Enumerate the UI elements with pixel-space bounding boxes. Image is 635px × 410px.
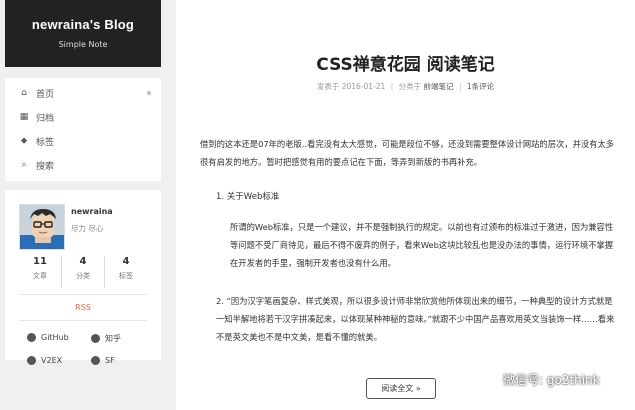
list-item-heading: 1. 关于Web标准 — [216, 192, 280, 202]
author-name: newraina — [71, 207, 113, 216]
social-label: 知乎 — [105, 334, 121, 343]
post-paragraph: 所谓的Web标准，只是一个建议，并不是强制执行的规定。以前也有过颁布的标准过于激… — [230, 222, 614, 268]
menu-item-home[interactable]: ⌂ 首页 — [5, 81, 161, 105]
github-icon — [27, 333, 36, 342]
site-title[interactable]: newraina's Blog — [5, 17, 161, 32]
stat-number: 4 — [79, 256, 87, 267]
post-content: CSS禅意花园 阅读笔记 发表于 2016-01-21 | 分类于 前端笔记 |… — [176, 0, 635, 410]
menu-item-label: 搜索 — [36, 161, 55, 172]
rss-link[interactable]: RSS — [19, 294, 147, 321]
post-paragraph: 借到的这本还是07年的老版..看完没有太大感觉，可能是段位不够，还没到需要整体设… — [200, 139, 615, 167]
stat-number: 11 — [33, 256, 47, 267]
social-label: SF — [105, 356, 115, 365]
list-item-heading: 2. “因为汉字笔画复杂、样式美观，所以很多设计师非常欣赏他所体现出来的细节，一… — [216, 296, 615, 342]
author-profile: newraina 尽力 尽心 11 文章 4 分类 4 标签 RSS GitHu… — [5, 190, 161, 365]
stat-categories[interactable]: 4 分类 — [62, 256, 105, 288]
social-v2ex[interactable]: V2EX — [27, 356, 62, 365]
stat-number: 4 — [122, 256, 130, 267]
stat-label: 标签 — [119, 272, 133, 280]
menu-item-archive[interactable]: ▦ 归档 — [5, 105, 161, 129]
site-brand[interactable]: newraina's Blog Simple Note — [5, 0, 161, 67]
nav-menu: ⌂ 首页 ▦ 归档 ⬥ 标签 ⌕ 搜索 — [5, 78, 161, 181]
menu-item-label: 首页 — [36, 89, 55, 100]
tags-icon: ⬥ — [20, 136, 28, 146]
post-category-link[interactable]: 前端笔记 — [424, 82, 454, 91]
wechat-watermark: 微信号: go2think — [476, 370, 600, 388]
post-date: 发表于 2016-01-21 — [316, 82, 386, 91]
post-meta: 发表于 2016-01-21 | 分类于 前端笔记 | 1条评论 — [176, 81, 635, 92]
watermark-text: 微信号: go2think — [503, 372, 600, 387]
category-prefix: 分类于 — [398, 82, 422, 91]
site-subtitle: Simple Note — [58, 40, 108, 49]
stat-label: 分类 — [76, 272, 90, 280]
stat-posts[interactable]: 11 文章 — [19, 256, 62, 288]
meta-separator: | — [390, 82, 394, 91]
author-motto: 尽力 尽心 — [71, 224, 104, 233]
stat-label: 文章 — [33, 272, 47, 280]
home-icon: ⌂ — [21, 88, 27, 98]
avatar — [19, 204, 65, 250]
wechat-icon — [476, 370, 497, 387]
post-comments-link[interactable]: 1条评论 — [467, 82, 494, 91]
menu-item-label: 归档 — [36, 113, 55, 124]
sidebar: newraina's Blog Simple Note ⌂ 首页 ▦ 归档 ⬥ … — [5, 0, 161, 365]
read-more-button[interactable]: 阅读全文 » — [366, 378, 436, 399]
active-indicator — [147, 91, 151, 95]
meta-separator: | — [458, 82, 462, 91]
menu-item-label: 标签 — [36, 137, 55, 148]
stat-tags[interactable]: 4 标签 — [105, 256, 147, 288]
menu-item-search[interactable]: ⌕ 搜索 — [5, 153, 161, 177]
zhihu-icon — [91, 334, 100, 343]
social-sf[interactable]: SF — [91, 356, 115, 365]
archive-icon: ▦ — [19, 112, 29, 122]
search-icon: ⌕ — [21, 160, 27, 170]
social-github[interactable]: GitHub — [27, 333, 69, 342]
social-zhihu[interactable]: 知乎 — [91, 333, 121, 344]
v2ex-icon — [27, 356, 36, 365]
social-label: V2EX — [41, 356, 63, 365]
sf-icon — [91, 356, 100, 365]
author-stats: 11 文章 4 分类 4 标签 — [19, 256, 147, 288]
social-label: GitHub — [41, 333, 69, 342]
menu-item-tags[interactable]: ⬥ 标签 — [5, 129, 161, 153]
post-title[interactable]: CSS禅意花园 阅读笔记 — [176, 50, 635, 75]
